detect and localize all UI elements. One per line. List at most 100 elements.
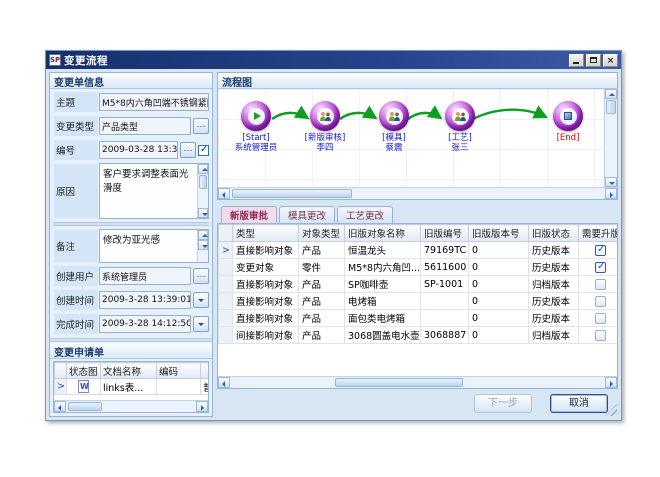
scroll-up-icon[interactable] (198, 164, 208, 174)
number-browse-button[interactable]: … (180, 142, 196, 158)
grid-row[interactable]: 直接影响对象 产品 SP咖啡壶 SP-1001 0 归档版本 SP咖 (219, 276, 618, 293)
col-old-status[interactable]: 旧版状态 (529, 225, 579, 242)
row-marker (219, 327, 233, 344)
footer-bar: 下一步 取消 (217, 389, 618, 417)
flow-node-start[interactable]: [Start] 系统管理员 (220, 101, 292, 153)
flow-vscrollbar[interactable] (604, 89, 617, 187)
col-object-type[interactable]: 对象类型 (299, 225, 345, 242)
cancel-button[interactable]: 取消 (550, 394, 608, 413)
scroll-left-icon[interactable] (218, 377, 230, 388)
finish-time-dropdown-button[interactable] (193, 316, 209, 332)
upgrade-checkbox[interactable] (595, 313, 606, 324)
cell-old-name: 恒温龙头 (345, 242, 421, 259)
create-time-input[interactable]: 2009-3-28 13:39:01 (99, 291, 191, 309)
req-col-extra[interactable] (201, 363, 209, 379)
approval-grid-panel: 新版审批 模具更改 工艺更改 类型 (217, 204, 618, 389)
grid-row[interactable]: 直接影响对象 产品 面包类电烤箱 0 历史版本 (219, 310, 618, 327)
reason-field-row: 原因 客户要求调整表面光滑度 (53, 163, 209, 219)
reason-textarea[interactable]: 客户要求调整表面光滑度 (99, 163, 209, 219)
flow-node-mold[interactable]: [模具] 蔡震 (358, 101, 430, 153)
remarks-textarea[interactable]: 修改为亚光感 (99, 229, 209, 263)
scroll-left-icon[interactable] (54, 401, 66, 412)
grid-row[interactable]: 间接影响对象 产品 3068圆盖电水壶 3068887 0 归档版本 (219, 327, 618, 344)
node-sub-label: 系统管理员 (235, 143, 278, 153)
create-user-input[interactable]: 系统管理员 (99, 267, 191, 285)
create-user-browse-button[interactable]: … (193, 268, 209, 284)
finish-time-label: 完成时间 (53, 313, 99, 335)
create-time-field-row: 创建时间 2009-3-28 13:39:01 (53, 289, 209, 311)
flow-canvas[interactable]: [Start] 系统管理员 (218, 89, 604, 187)
col-old-code[interactable]: 旧版编号 (421, 225, 469, 242)
finish-time-input[interactable]: 2009-3-28 14:12:50 (99, 315, 191, 333)
scroll-thumb[interactable] (606, 100, 616, 114)
request-table-hscrollbar[interactable] (54, 400, 208, 412)
change-type-browse-button[interactable]: … (193, 118, 209, 134)
upgrade-checkbox[interactable] (595, 262, 606, 273)
scroll-right-icon[interactable] (196, 401, 208, 412)
close-button[interactable]: × (603, 54, 618, 67)
scroll-up-icon[interactable] (605, 89, 617, 99)
change-type-field-row: 变更类型 产品类型 … (53, 115, 209, 137)
change-order-info-panel: 变更单信息 主题 M5*8内六角凹端不锈钢紧固螺钉 变更类型 产品类型 … (49, 72, 213, 417)
grid-row[interactable]: 变更对象 零件 M5*8内六角凹... 5611600 0 历史版本 M5*8 (219, 259, 618, 276)
upgrade-checkbox[interactable] (595, 245, 606, 256)
subject-input[interactable]: M5*8内六角凹端不锈钢紧固螺钉 (99, 93, 209, 111)
maximize-button[interactable] (586, 54, 601, 67)
cell-object-type: 产品 (299, 310, 345, 327)
scroll-down-icon[interactable] (198, 240, 208, 250)
scroll-right-icon[interactable] (605, 188, 617, 199)
number-input[interactable]: 2009-03-28 13:39:01 (99, 141, 178, 159)
req-extra: 普通 (201, 379, 209, 395)
app-icon: SP (49, 54, 61, 66)
flow-node-end[interactable]: [End] (532, 101, 604, 143)
scroll-up-icon[interactable] (198, 230, 208, 240)
reason-scrollbar[interactable] (197, 164, 208, 218)
number-auto-checkbox[interactable] (198, 145, 209, 156)
minimize-button[interactable] (569, 54, 584, 67)
document-icon (78, 380, 89, 393)
col-old-version[interactable]: 旧版版本号 (469, 225, 529, 242)
number-field-row: 编号 2009-03-28 13:39:01 … (53, 139, 209, 161)
col-type[interactable]: 类型 (233, 225, 299, 242)
create-time-dropdown-button[interactable] (193, 292, 209, 308)
scroll-left-icon[interactable] (218, 188, 230, 199)
row-marker (219, 293, 233, 310)
upgrade-checkbox[interactable] (595, 330, 606, 341)
grid-row[interactable]: 直接影响对象 产品 电烤箱 0 历史版本 (219, 293, 618, 310)
next-button[interactable]: 下一步 (474, 394, 532, 413)
grid-viewport[interactable]: 类型 对象类型 旧版对象名称 旧版编号 旧版版本号 旧版状态 需要升版 新版 > (218, 224, 617, 376)
flow-node-review[interactable]: [新版审核] 李四 (289, 101, 361, 153)
cell-old-name: 面包类电烤箱 (345, 310, 421, 327)
scroll-down-icon[interactable] (198, 208, 208, 218)
users-icon (445, 101, 475, 131)
scroll-right-icon[interactable] (605, 377, 617, 388)
req-col-status[interactable]: 状态图 (67, 363, 101, 379)
scroll-thumb[interactable] (232, 189, 352, 198)
tab-mold-change[interactable]: 模具更改 (279, 206, 335, 223)
cell-object-type: 零件 (299, 259, 345, 276)
scroll-thumb[interactable] (199, 175, 207, 189)
scroll-thumb[interactable] (68, 402, 102, 411)
grid-row[interactable]: > 直接影响对象 产品 恒温龙头 79169TC 0 历史版本 (219, 242, 618, 259)
req-col-docname[interactable]: 文档名称 (101, 363, 157, 379)
titlebar[interactable]: SP 变更流程 × (46, 51, 621, 69)
tab-craft-change[interactable]: 工艺更改 (337, 206, 393, 223)
grid-hscrollbar[interactable] (218, 376, 617, 388)
tab-new-version-approval[interactable]: 新版审批 (221, 206, 277, 223)
cell-object-type: 产品 (299, 276, 345, 293)
flow-node-craft[interactable]: [工艺] 张三 (424, 101, 496, 153)
request-table-row[interactable]: > links表... 普通 (55, 379, 209, 395)
change-type-input[interactable]: 产品类型 (99, 117, 191, 135)
req-col-code[interactable]: 编码 (157, 363, 201, 379)
remarks-scrollbar[interactable] (197, 230, 208, 262)
cell-old-version: 0 (469, 242, 529, 259)
cell-old-code: 79169TC (421, 242, 469, 259)
flow-hscrollbar[interactable] (218, 187, 617, 199)
col-need-upgrade[interactable]: 需要升版 (579, 225, 618, 242)
upgrade-checkbox[interactable] (595, 279, 606, 290)
scroll-down-icon[interactable] (605, 177, 617, 187)
upgrade-checkbox[interactable] (595, 296, 606, 307)
col-old-name[interactable]: 旧版对象名称 (345, 225, 421, 242)
scroll-thumb[interactable] (335, 378, 463, 387)
users-icon (379, 101, 409, 131)
